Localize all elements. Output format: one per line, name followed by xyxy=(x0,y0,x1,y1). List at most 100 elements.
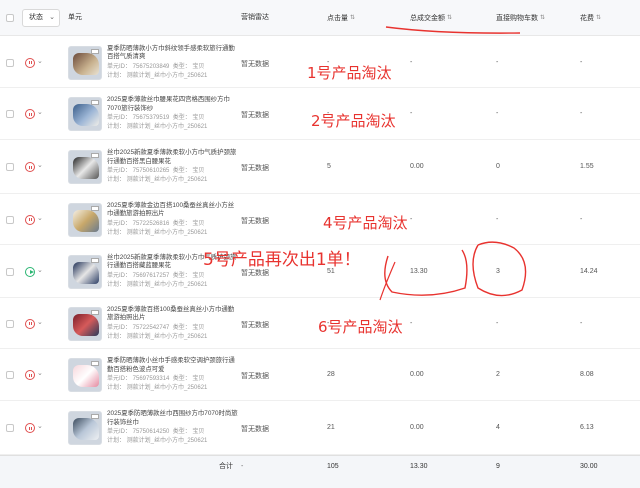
cost-value: 14.24 xyxy=(580,267,598,275)
pause-circle-icon[interactable] xyxy=(25,423,35,433)
cost-column-header[interactable]: 花费 ⇅ xyxy=(580,0,601,36)
row-checkbox[interactable] xyxy=(6,424,14,432)
cart-value: - xyxy=(496,215,499,223)
clicks-column-header[interactable]: 点击量 ⇅ xyxy=(327,0,355,36)
pause-circle-icon[interactable] xyxy=(25,109,35,119)
annotation-product-5: 5号产品再次出1单！ xyxy=(203,250,361,270)
price-tag-icon xyxy=(91,48,99,54)
unit-plan: 计划： 测款计划_丝巾小方巾_250621 xyxy=(107,333,208,340)
cart-value: 0 xyxy=(496,163,500,170)
row-checkbox[interactable] xyxy=(6,110,14,118)
unit-plan: 计划： 测款计划_丝巾小方巾_250621 xyxy=(107,72,208,79)
row-checkbox[interactable] xyxy=(6,215,14,224)
unit-title[interactable]: 夏季防晒薄款小丝巾手感柔软空调护颈旅行通勤百搭粉色波点可爱 xyxy=(107,357,239,374)
cost-value: - xyxy=(580,319,583,327)
total-cost: 30.00 xyxy=(580,463,598,470)
cost-value: - xyxy=(580,215,583,223)
radar-value: 暂无数据 xyxy=(241,321,269,329)
unit-title[interactable]: 夏季防晒薄款小方巾斜纹领手感柔软旅行通勤百搭气质清爽 xyxy=(107,45,239,62)
chevron-down-icon[interactable]: ⌄ xyxy=(37,214,43,222)
unit-id-type: 单元ID： 75675203849 类型： 宝贝 xyxy=(107,63,205,70)
gmv-value: - xyxy=(410,319,413,327)
status-filter-select[interactable]: 状态 ⌄ xyxy=(22,9,60,27)
product-thumbnail[interactable] xyxy=(68,254,102,289)
sort-icon[interactable]: ⇅ xyxy=(596,0,601,36)
gmv-value: 0.00 xyxy=(410,371,424,378)
unit-id-type: 单元ID： 75750610265 类型： 宝贝 xyxy=(107,168,205,174)
table-row: ⌄ 丝巾2025新款夏季薄款柔软小方巾气质护颈旅行通勤百搭黑白腰果花 单元ID：… xyxy=(0,140,640,194)
price-tag-icon xyxy=(91,100,99,105)
cart-value: 3 xyxy=(496,267,500,275)
product-thumbnail[interactable] xyxy=(68,411,102,445)
product-thumbnail[interactable] xyxy=(68,97,102,131)
price-tag-icon xyxy=(91,153,99,158)
unit-plan: 计划： 测款计划_丝巾小方巾_250621 xyxy=(107,124,208,130)
radar-value: 暂无数据 xyxy=(241,112,269,119)
annotation-product-4: 4号产品淘汰 xyxy=(323,214,408,232)
table-row: ⌄ 夏季防晒薄款小丝巾手感柔软空调护颈旅行通勤百搭粉色波点可爱 单元ID： 75… xyxy=(0,349,640,401)
pause-circle-icon[interactable] xyxy=(25,370,35,380)
pause-circle-icon[interactable] xyxy=(25,162,35,172)
play-circle-icon[interactable] xyxy=(25,266,35,277)
unit-plan: 计划： 测款计划_丝巾小方巾_250621 xyxy=(107,385,208,391)
unit-plan: 计划： 测款计划_丝巾小方巾_250621 xyxy=(107,438,208,444)
chevron-down-icon[interactable]: ⌄ xyxy=(37,422,43,430)
clicks-value: 21 xyxy=(327,424,335,431)
unit-title[interactable]: 2025夏季薄款金边百搭100桑蚕丝真丝小方丝巾通勤旅游拍照出片 xyxy=(107,202,239,219)
pause-circle-icon[interactable] xyxy=(25,57,35,68)
sort-icon[interactable]: ⇅ xyxy=(350,0,355,36)
chevron-down-icon[interactable]: ⌄ xyxy=(37,369,43,377)
unit-id-type: 单元ID： 75675379519 类型： 宝贝 xyxy=(107,115,205,121)
unit-column-header: 单元 xyxy=(68,14,82,21)
cart-value: - xyxy=(496,319,499,327)
unit-plan: 计划： 测款计划_丝巾小方巾_250621 xyxy=(107,281,208,288)
unit-title[interactable]: 2025夏季薄款丝巾腰果花四宫格西围纱方巾7070旅行装饰纱 xyxy=(107,96,239,113)
chevron-down-icon[interactable]: ⌄ xyxy=(37,318,43,326)
unit-id-type: 单元ID： 75697617257 类型： 宝贝 xyxy=(107,272,205,279)
unit-title[interactable]: 2025夏季防晒薄款丝巾西围纱方巾7070时尚旅行装饰丝巾 xyxy=(107,410,239,427)
scarf-image xyxy=(73,104,99,126)
radar-value: 暂无数据 xyxy=(241,60,269,68)
clicks-value: 5 xyxy=(327,163,331,170)
cost-value: 6.13 xyxy=(580,424,594,431)
select-all-checkbox[interactable] xyxy=(6,14,14,22)
row-checkbox[interactable] xyxy=(6,319,14,328)
product-thumbnail[interactable] xyxy=(68,45,102,80)
row-checkbox[interactable] xyxy=(6,58,14,67)
unit-plan: 计划： 测款计划_丝巾小方巾_250621 xyxy=(107,229,208,236)
row-checkbox[interactable] xyxy=(6,267,14,276)
cart-column-header[interactable]: 直接购物车数 ⇅ xyxy=(496,0,545,36)
unit-id-type: 单元ID： 75722526816 类型： 宝贝 xyxy=(107,220,205,227)
unit-title[interactable]: 2025夏季薄款百搭100桑蚕丝真丝小方巾通勤旅游拍照出片 xyxy=(107,306,239,323)
unit-title[interactable]: 丝巾2025新款夏季薄款柔软小方巾气质护颈旅行通勤百搭黑白腰果花 xyxy=(107,149,239,166)
gmv-value: 0.00 xyxy=(410,163,424,170)
product-thumbnail[interactable] xyxy=(68,358,102,392)
cost-value: - xyxy=(580,110,583,117)
gmv-column-header[interactable]: 总成交金额 ⇅ xyxy=(410,0,452,36)
table-header: 状态 ⌄ 单元 营销雷达 点击量 ⇅ 总成交金额 ⇅ 直接购物车数 ⇅ 花费 ⇅ xyxy=(0,0,640,36)
chevron-down-icon[interactable]: ⌄ xyxy=(37,57,43,65)
unit-id-type: 单元ID： 75750614250 类型： 宝贝 xyxy=(107,429,205,435)
total-label: 合计 xyxy=(219,463,233,470)
sort-icon[interactable]: ⇅ xyxy=(447,0,452,36)
scarf-image xyxy=(73,157,99,179)
chevron-down-icon[interactable]: ⌄ xyxy=(37,108,43,116)
unit-id-type: 单元ID： 75697593314 类型： 宝贝 xyxy=(107,376,205,382)
price-tag-icon xyxy=(91,205,99,211)
chevron-down-icon[interactable]: ⌄ xyxy=(37,266,43,274)
radar-value: 暂无数据 xyxy=(241,165,269,172)
pause-circle-icon[interactable] xyxy=(25,318,35,329)
row-checkbox[interactable] xyxy=(6,163,14,171)
sort-icon[interactable]: ⇅ xyxy=(540,0,545,36)
row-checkbox[interactable] xyxy=(6,371,14,379)
product-thumbnail[interactable] xyxy=(68,150,102,184)
unit-plan: 计划： 测款计划_丝巾小方巾_250621 xyxy=(107,177,208,183)
scarf-image xyxy=(73,313,99,336)
chevron-down-icon: ⌄ xyxy=(49,14,55,21)
chevron-down-icon[interactable]: ⌄ xyxy=(37,161,43,169)
product-thumbnail[interactable] xyxy=(68,202,102,237)
pause-circle-icon[interactable] xyxy=(25,214,35,225)
product-thumbnail[interactable] xyxy=(68,306,102,341)
price-tag-icon xyxy=(91,309,99,315)
scarf-image xyxy=(73,261,99,284)
